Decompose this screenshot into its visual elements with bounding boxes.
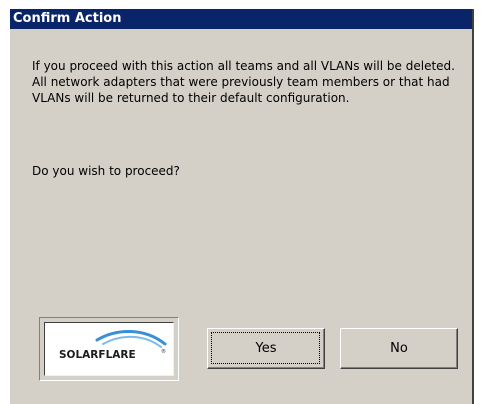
logo-panel: SOLARFLARE ® [39, 317, 179, 381]
confirm-dialog: Confirm Action If you proceed with this … [8, 9, 474, 404]
logo-text: SOLARFLARE [59, 349, 136, 361]
dialog-message: If you proceed with this action all team… [32, 59, 455, 105]
svg-text:®: ® [161, 348, 166, 355]
no-button-label: No [390, 341, 408, 356]
solarflare-logo: SOLARFLARE ® [44, 322, 174, 376]
yes-button[interactable]: Yes [207, 328, 325, 369]
yes-button-label: Yes [255, 341, 277, 356]
no-button[interactable]: No [340, 328, 458, 369]
solarflare-logo-icon: SOLARFLARE ® [59, 329, 167, 361]
dialog-question: Do you wish to proceed? [32, 164, 180, 178]
dialog-title: Confirm Action [10, 9, 472, 29]
